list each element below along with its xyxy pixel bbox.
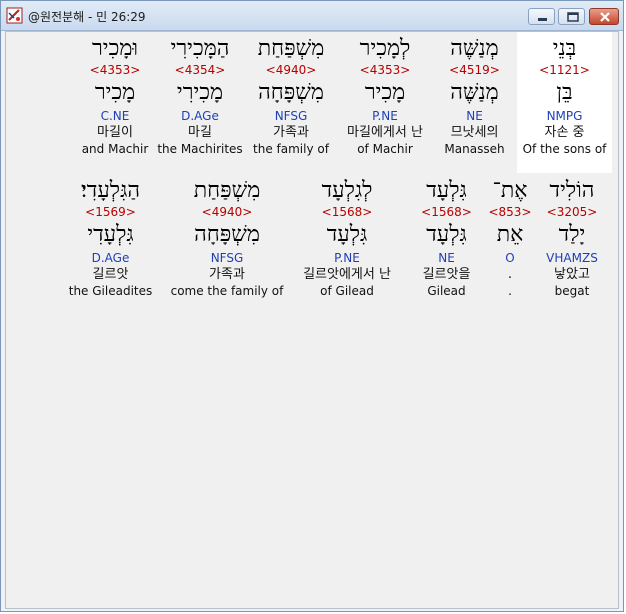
word-cell-r1-1[interactable]: בְּנֵי <1121> בֵּן NMPG 자손 중 Of the sons… bbox=[517, 32, 612, 173]
strong-number[interactable]: <1569> bbox=[64, 204, 157, 220]
hebrew-lemma: מָכִיר bbox=[364, 80, 406, 105]
english-gloss: begat bbox=[554, 284, 590, 298]
korean-gloss: 길르앗을 bbox=[422, 267, 471, 282]
english-gloss: the Gileadites bbox=[68, 284, 153, 298]
hebrew-lemma: מְנַשֶּׁה bbox=[450, 80, 499, 105]
strong-number[interactable]: <4940> bbox=[167, 204, 287, 220]
parse-code: P.NE bbox=[372, 109, 398, 123]
strong-number[interactable]: <4354> bbox=[156, 62, 244, 78]
hebrew-lemma: גִּלְעָד bbox=[426, 222, 467, 247]
strong-number[interactable]: <1568> bbox=[287, 204, 407, 220]
word-cell-r1-2[interactable]: מְנַשֶּׁה <4519> מְנַשֶּׁה NE 므낫세의 Manas… bbox=[432, 32, 517, 173]
parse-code: NE bbox=[466, 109, 483, 123]
english-gloss: come the family of bbox=[170, 284, 284, 298]
word-cell-r2-6[interactable]: הַגִּלְעָדִי׃ <1569> גִּלְעָדִי D.AGe 길르… bbox=[64, 174, 157, 315]
hebrew-word: מְנַשֶּׁה bbox=[450, 36, 499, 61]
parse-code: NFSG bbox=[274, 109, 308, 123]
hebrew-word: מִשְׁפַּחַת bbox=[193, 178, 261, 203]
english-gloss: Manasseh bbox=[444, 142, 505, 156]
hebrew-word: לְמָכִיר bbox=[359, 36, 411, 61]
word-cell-r2-5[interactable]: מִשְׁפַּחַת <4940> מִשְׁפָּחָה NFSG 가족과 … bbox=[167, 174, 287, 315]
hebrew-word: הוֹלִיד bbox=[549, 178, 595, 203]
word-cell-r2-4[interactable]: לְגִלְעָד <1568> גִּלְעָד P.NE 길르앗에게서 난 … bbox=[287, 174, 407, 315]
strong-number[interactable]: <4519> bbox=[432, 62, 517, 78]
hebrew-word: וּמָכִיר bbox=[92, 36, 138, 61]
korean-gloss: 낳았고 bbox=[554, 267, 590, 282]
strong-number[interactable]: <1568> bbox=[407, 204, 486, 220]
hebrew-word: בְּנֵי bbox=[552, 36, 577, 61]
english-gloss: Of the sons of bbox=[522, 142, 607, 156]
word-cell-r1-6[interactable]: וּמָכִיר <4353> מָכִיר C.NE 마길이 and Mach… bbox=[74, 32, 156, 173]
hebrew-lemma: אֵת bbox=[496, 222, 524, 247]
word-cell-r2-1[interactable]: הוֹלִיד <3205> יָלַד VHAMZS 낳았고 begat bbox=[534, 174, 610, 315]
parse-code: NFSG bbox=[210, 251, 244, 265]
app-window: @원전분해 - 민 26:29 בְּנֵי <1121> בֵּן NMPG … bbox=[0, 0, 624, 612]
english-gloss: and Machir bbox=[81, 142, 149, 156]
strong-number[interactable]: <4353> bbox=[74, 62, 156, 78]
hebrew-word: הַמָּכִירִי bbox=[170, 36, 230, 61]
hebrew-lemma: גִּלְעָדִי bbox=[87, 222, 134, 247]
english-gloss: Gilead bbox=[427, 284, 466, 298]
close-icon bbox=[600, 12, 610, 22]
hebrew-lemma: יָלַד bbox=[558, 222, 586, 247]
english-gloss: . bbox=[508, 284, 512, 298]
strong-number[interactable]: <853> bbox=[486, 204, 534, 220]
word-cell-r2-3[interactable]: גִּלְעָד <1568> גִּלְעָד NE 길르앗을 Gilead bbox=[407, 174, 486, 315]
korean-gloss: 길르앗에게서 난 bbox=[303, 267, 391, 282]
hebrew-word: גִּלְעָד bbox=[426, 178, 467, 203]
parse-code: D.AGe bbox=[181, 109, 219, 123]
hebrew-lemma: מִשְׁפָּחָה bbox=[258, 80, 324, 105]
english-gloss: of Gilead bbox=[320, 284, 374, 298]
parse-code: P.NE bbox=[334, 251, 360, 265]
hebrew-word: הַגִּלְעָדִי׃ bbox=[80, 178, 140, 203]
word-cell-r1-5[interactable]: הַמָּכִירִי <4354> מָכִירִי D.AGe 마길 the… bbox=[156, 32, 244, 173]
korean-gloss: 마길 bbox=[188, 125, 212, 140]
parse-code: C.NE bbox=[100, 109, 130, 123]
english-gloss: the family of bbox=[253, 142, 329, 156]
maximize-button[interactable] bbox=[558, 8, 585, 25]
korean-gloss: 가족과 bbox=[273, 125, 309, 140]
minimize-button[interactable] bbox=[528, 8, 555, 25]
parse-code: NE bbox=[438, 251, 455, 265]
word-cell-r1-3[interactable]: לְמָכִיר <4353> מָכִיר P.NE 마길에게서 난 of M… bbox=[338, 32, 432, 173]
hebrew-lemma: מָכִיר bbox=[94, 80, 136, 105]
korean-gloss: 가족과 bbox=[209, 267, 245, 282]
hebrew-lemma: מִשְׁפָּחָה bbox=[194, 222, 260, 247]
hebrew-word: לְגִלְעָד bbox=[321, 178, 373, 203]
english-gloss: of Machir bbox=[357, 142, 413, 156]
title-bar[interactable]: @원전분해 - 민 26:29 bbox=[1, 1, 623, 31]
strong-number[interactable]: <4940> bbox=[244, 62, 338, 78]
strong-number[interactable]: <4353> bbox=[338, 62, 432, 78]
parse-code: NMPG bbox=[546, 109, 583, 123]
korean-gloss: 길르앗 bbox=[92, 267, 129, 282]
analysis-panel[interactable]: בְּנֵי <1121> בֵּן NMPG 자손 중 Of the sons… bbox=[5, 31, 619, 609]
strong-number[interactable]: <3205> bbox=[534, 204, 610, 220]
close-button[interactable] bbox=[589, 8, 619, 25]
hebrew-lemma: מָכִירִי bbox=[176, 80, 224, 105]
parse-code: D.AGe bbox=[91, 251, 130, 265]
hebrew-lemma: גִּלְעָד bbox=[326, 222, 368, 247]
maximize-icon bbox=[567, 12, 579, 22]
hebrew-lemma: בֵּן bbox=[556, 80, 573, 105]
word-cell-r1-4[interactable]: מִשְׁפַּחַת <4940> מִשְׁפָּחָה NFSG 가족과 … bbox=[244, 32, 338, 173]
hebrew-word: אֶת־ bbox=[492, 178, 528, 203]
korean-gloss: 자손 중 bbox=[544, 125, 585, 140]
minimize-icon bbox=[538, 18, 547, 21]
hebrew-word: מִשְׁפַּחַת bbox=[257, 36, 325, 61]
korean-gloss: 마길이 bbox=[97, 125, 133, 140]
strong-number[interactable]: <1121> bbox=[517, 62, 612, 78]
english-gloss: the Machirites bbox=[157, 142, 243, 156]
korean-gloss: 마길에게서 난 bbox=[347, 125, 423, 140]
korean-gloss: 므낫세의 bbox=[450, 125, 499, 140]
word-cell-r2-2[interactable]: אֶת־ <853> אֵת O . . bbox=[486, 174, 534, 315]
korean-gloss: . bbox=[507, 267, 513, 282]
parse-code: O bbox=[505, 251, 515, 265]
window-title: @원전분해 - 민 26:29 bbox=[28, 10, 146, 24]
parse-code: VHAMZS bbox=[546, 251, 598, 265]
app-logo-icon bbox=[6, 7, 23, 24]
